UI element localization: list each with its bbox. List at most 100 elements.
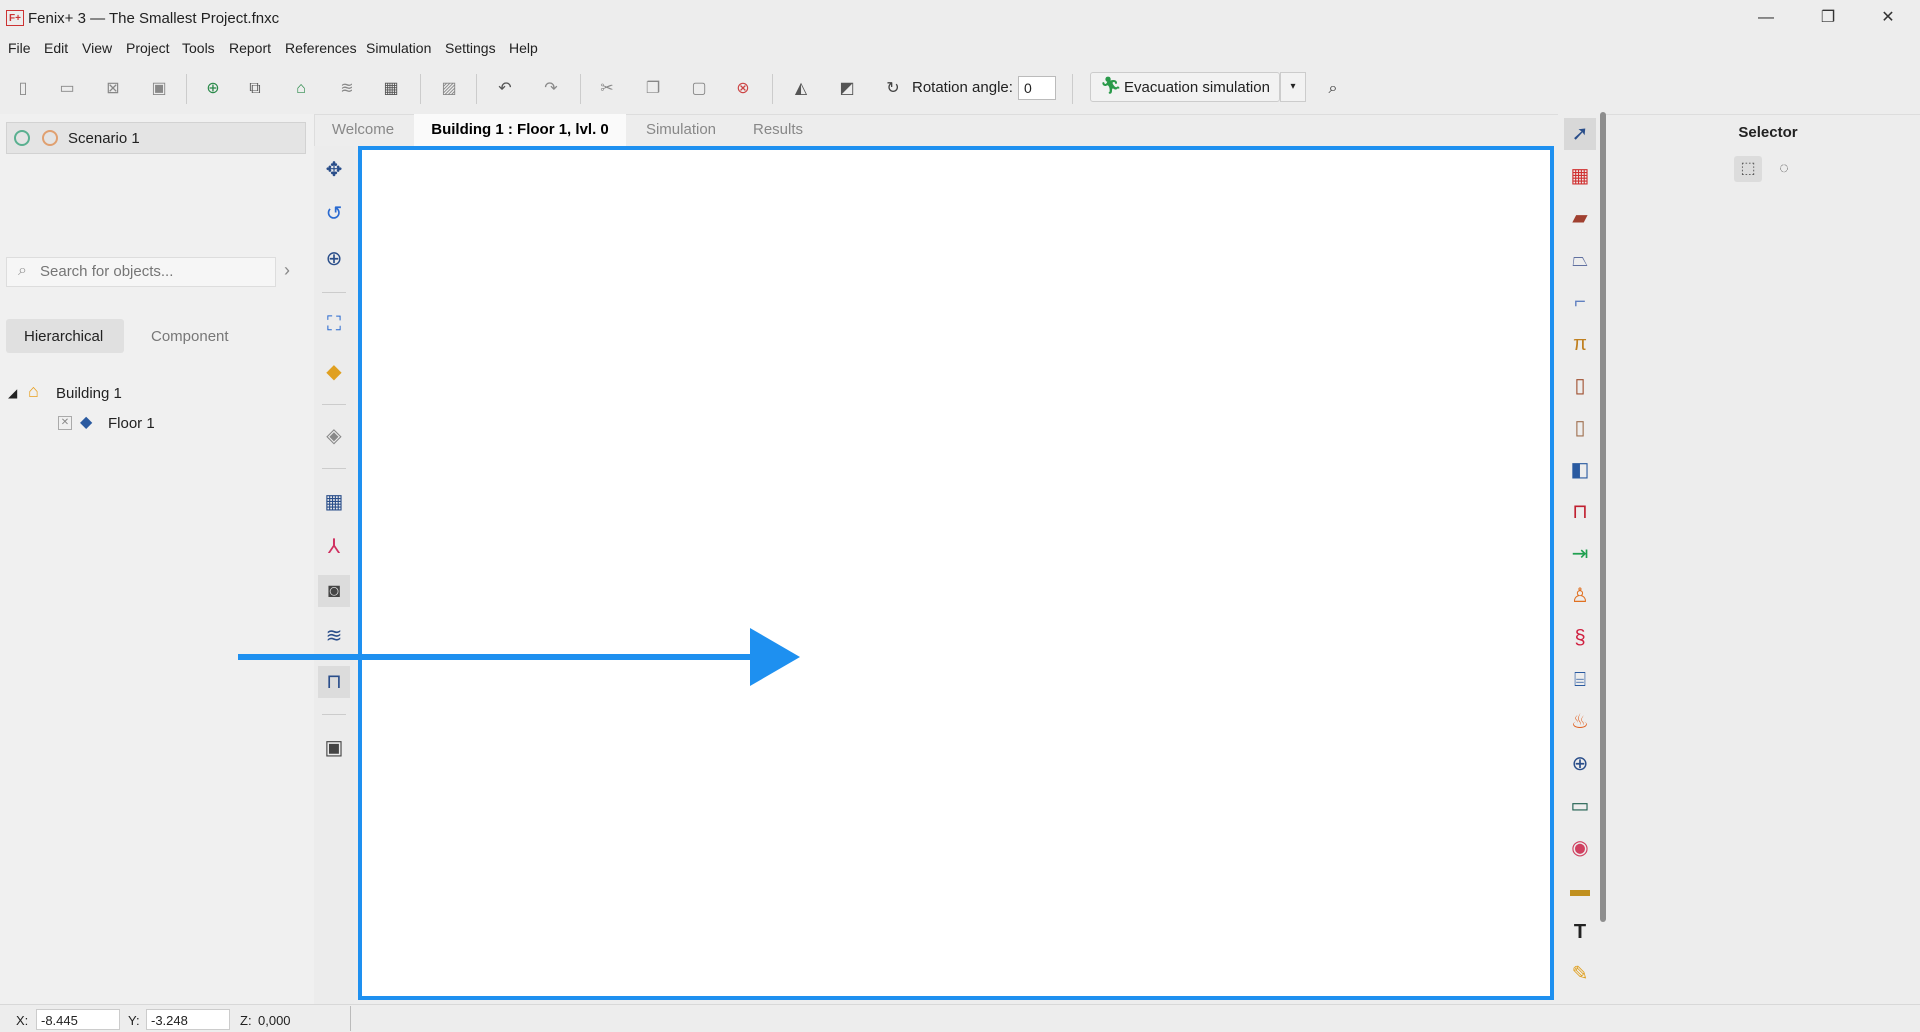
selector-arrow-icon[interactable]: ➚	[1564, 118, 1596, 150]
sprinkler-icon[interactable]: ⊕	[1564, 748, 1596, 780]
cube-3d-icon[interactable]: ◆	[318, 356, 350, 388]
left-panel	[0, 114, 315, 1004]
menu-help[interactable]: Help	[509, 40, 538, 56]
toolbar-separator	[772, 74, 773, 104]
close-file-icon[interactable]: ⊠	[100, 76, 126, 102]
scenario-status-icon[interactable]	[14, 130, 30, 146]
restore-button[interactable]: ❐	[1806, 4, 1850, 32]
tree-collapse-icon[interactable]: ◢	[8, 386, 17, 400]
lasso-select-icon[interactable]: ◌	[1770, 156, 1798, 182]
person-icon[interactable]: ♙	[1564, 580, 1596, 612]
zone-icon[interactable]: ⌸	[1564, 664, 1596, 696]
y-coord-label: Y:	[128, 1013, 140, 1028]
camera-icon[interactable]: ◙	[318, 575, 350, 607]
pan-icon[interactable]: ✥	[318, 154, 350, 186]
menu-view[interactable]: View	[82, 40, 112, 56]
bench-icon[interactable]: π	[1564, 328, 1596, 360]
z-coord-value: 0,000	[258, 1013, 291, 1028]
menu-references[interactable]: References	[285, 40, 357, 56]
wall-icon[interactable]: ▦	[1564, 160, 1596, 192]
search-input[interactable]	[40, 263, 270, 280]
visibility-checkbox[interactable]: ✕	[58, 416, 72, 430]
menu-tools[interactable]: Tools	[182, 40, 215, 56]
x-coord-label: X:	[16, 1013, 29, 1028]
route-icon[interactable]: §	[1564, 622, 1596, 654]
fit-view-icon[interactable]: ⛶	[318, 308, 350, 340]
door-icon[interactable]: ▯	[1564, 370, 1596, 402]
skew-icon[interactable]: ◩	[834, 76, 860, 102]
save-icon[interactable]: ▣	[146, 76, 172, 102]
tab-results[interactable]: Results	[736, 114, 820, 146]
text-tool-icon[interactable]: T	[1564, 916, 1596, 948]
running-person-icon: 🏃︎	[1100, 76, 1122, 95]
tree-item-building[interactable]: Building 1	[56, 385, 122, 402]
x-coord-field[interactable]: -8.445	[36, 1009, 120, 1030]
monitor-icon[interactable]: ▭	[1564, 790, 1596, 822]
menu-project[interactable]: Project	[126, 40, 170, 56]
minimize-button[interactable]: —	[1744, 4, 1788, 32]
vertical-scrollbar[interactable]	[1600, 112, 1606, 922]
doorway-icon[interactable]: ▯	[1564, 412, 1596, 444]
platform-icon[interactable]: ⏢	[1564, 244, 1596, 276]
delete-icon[interactable]: ⊗	[730, 76, 756, 102]
tab-hierarchical-label: Hierarchical	[24, 328, 104, 345]
redo-icon[interactable]: ↷	[538, 76, 564, 102]
window-icon[interactable]: ◧	[1564, 454, 1596, 486]
copy-floor-icon[interactable]: ⧉	[242, 76, 268, 102]
y-coord-field[interactable]: -3.248	[146, 1009, 230, 1030]
evacuation-dropdown-chevron-down-icon[interactable]: ▾	[1280, 72, 1306, 102]
copy-icon[interactable]: ❐	[640, 76, 666, 102]
menu-simulation[interactable]: Simulation	[366, 40, 431, 56]
scenario-label: Scenario 1	[68, 130, 140, 147]
building-icon: ⌂	[28, 381, 39, 401]
tab-welcome[interactable]: Welcome	[320, 114, 406, 146]
open-folder-icon[interactable]: ▭	[54, 76, 80, 102]
new-file-icon[interactable]: ▯	[10, 76, 36, 102]
slab-icon[interactable]: ▰	[1564, 202, 1596, 234]
tool-separator	[322, 292, 346, 293]
menu-file[interactable]: File	[8, 40, 31, 56]
window-title: Fenix+ 3 — The Smallest Project.fnxc	[28, 10, 280, 27]
tab-component[interactable]: Component	[151, 328, 229, 345]
cube-outline-icon[interactable]: ◈	[318, 420, 350, 452]
building-settings-icon[interactable]: ▦	[378, 76, 404, 102]
measure-icon[interactable]: ▬	[1564, 874, 1596, 906]
grid-icon[interactable]: ▦	[318, 486, 350, 518]
tab-simulation[interactable]: Simulation	[632, 114, 730, 146]
menu-report[interactable]: Report	[229, 40, 271, 56]
stack-add-icon[interactable]: ≋	[334, 76, 360, 102]
opening-icon[interactable]: ⊓	[1564, 496, 1596, 528]
app-logo: F+	[6, 10, 24, 26]
menu-edit[interactable]: Edit	[44, 40, 68, 56]
stairs-icon[interactable]: ⌐	[1564, 286, 1596, 318]
rotation-angle-input[interactable]: 0	[1018, 76, 1056, 100]
mirror-icon[interactable]: ◭	[788, 76, 814, 102]
toolbar-separator	[580, 74, 581, 104]
check-search-icon[interactable]: ⌕	[1320, 76, 1346, 102]
selector-title: Selector	[1738, 124, 1798, 141]
tool-separator	[322, 468, 346, 469]
paste-icon[interactable]: ▢	[686, 76, 712, 102]
menu-settings[interactable]: Settings	[445, 40, 496, 56]
axes-icon[interactable]: ⅄	[318, 531, 350, 563]
scenario-status-icon[interactable]	[42, 130, 58, 146]
add-house-icon[interactable]: ⌂	[288, 76, 314, 102]
tab-building-floor[interactable]: Building 1 : Floor 1, lvl. 0	[414, 114, 626, 146]
play-frame-icon[interactable]: ▣	[318, 732, 350, 764]
rotate-view-icon[interactable]: ↺	[318, 198, 350, 230]
tree-item-floor[interactable]: Floor 1	[108, 415, 155, 432]
close-button[interactable]: ✕	[1866, 4, 1910, 32]
chevron-right-icon[interactable]: ›	[284, 260, 290, 281]
drawing-canvas[interactable]	[358, 146, 1554, 1000]
fire-icon[interactable]: ♨	[1564, 706, 1596, 738]
image-icon[interactable]: ▨	[436, 76, 462, 102]
rotate-icon[interactable]: ↻	[880, 76, 906, 102]
zoom-icon[interactable]: ⊕	[318, 243, 350, 275]
add-building-icon[interactable]: ⊕	[200, 76, 226, 102]
cut-icon[interactable]: ✂	[594, 76, 620, 102]
rectangle-select-icon[interactable]: ⬚	[1734, 156, 1762, 182]
pencil-icon[interactable]: ✎	[1564, 958, 1596, 990]
undo-icon[interactable]: ↶	[492, 76, 518, 102]
exit-icon[interactable]: ⇥	[1564, 538, 1596, 570]
alarm-icon[interactable]: ◉	[1564, 832, 1596, 864]
